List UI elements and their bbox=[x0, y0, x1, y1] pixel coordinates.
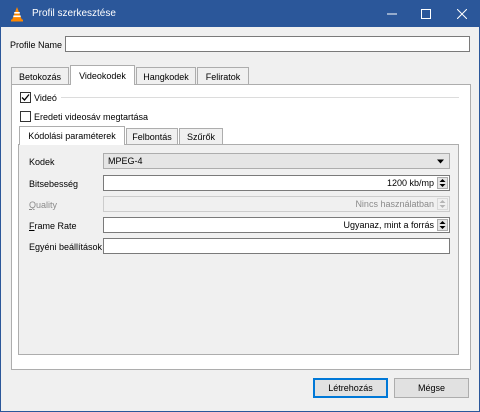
minimize-icon bbox=[387, 13, 397, 15]
keep-original-label: Eredeti videosáv megtartása bbox=[34, 112, 149, 122]
subtab-label: Kódolási paraméterek bbox=[28, 131, 116, 141]
tab-audio-codec[interactable]: Hangkodek bbox=[136, 67, 196, 85]
tab-label: Feliratok bbox=[205, 71, 241, 82]
maximize-button[interactable] bbox=[409, 1, 443, 27]
profile-name-label: Profile Name bbox=[10, 40, 63, 50]
video-checkbox-label: Videó bbox=[34, 93, 57, 103]
custom-options-label: Egyéni beállítások bbox=[29, 242, 103, 252]
bitrate-value: 1200 kb/mp bbox=[386, 178, 434, 188]
subtab-label: Felbontás bbox=[132, 131, 172, 142]
framerate-spin-buttons[interactable] bbox=[437, 219, 448, 231]
cancel-button-label: Mégse bbox=[417, 383, 445, 393]
close-icon bbox=[457, 9, 467, 19]
keep-original-checkbox[interactable] bbox=[20, 111, 31, 122]
quality-spinbox: Nincs használatban bbox=[103, 196, 450, 212]
subtab-encoding-parameters[interactable]: Kódolási paraméterek bbox=[19, 126, 125, 145]
quality-spin-buttons bbox=[437, 198, 448, 210]
quality-value: Nincs használatban bbox=[355, 199, 434, 209]
framerate-label: Frame Rate bbox=[29, 221, 77, 231]
video-checkbox[interactable] bbox=[20, 92, 31, 103]
cancel-button[interactable]: Mégse bbox=[394, 378, 469, 398]
bitrate-spin-buttons[interactable] bbox=[437, 177, 448, 189]
codec-label: Kodek bbox=[29, 157, 55, 167]
subtab-label: Szűrők bbox=[186, 131, 215, 142]
close-button[interactable] bbox=[445, 1, 479, 27]
custom-options-input[interactable] bbox=[103, 238, 450, 254]
tab-subtitles[interactable]: Feliratok bbox=[197, 67, 249, 85]
chevron-down-icon bbox=[437, 159, 444, 164]
codec-select[interactable]: MPEG-4 bbox=[103, 153, 450, 169]
bitrate-label: Bitsebesség bbox=[29, 179, 79, 189]
framerate-value: Ugyanaz, mint a forrás bbox=[343, 220, 434, 230]
profile-editor-window: Profil szerkesztése Profile Name Betokoz… bbox=[0, 0, 480, 412]
spin-arrows-icon bbox=[439, 200, 446, 208]
checkmark-icon bbox=[21, 94, 30, 101]
maximize-icon bbox=[421, 9, 431, 19]
subtab-resolution[interactable]: Felbontás bbox=[126, 128, 178, 144]
vlc-cone-icon bbox=[11, 7, 23, 22]
tab-video-codec[interactable]: Videokodek bbox=[70, 65, 135, 85]
spin-arrows-icon bbox=[439, 179, 446, 187]
spin-arrows-icon bbox=[439, 221, 446, 229]
title-bar: Profil szerkesztése bbox=[1, 1, 479, 27]
tab-encapsulation[interactable]: Betokozás bbox=[11, 67, 69, 85]
minimize-button[interactable] bbox=[375, 1, 409, 27]
group-divider bbox=[61, 97, 459, 98]
create-button[interactable]: Létrehozás bbox=[313, 378, 388, 398]
create-button-label: Létrehozás bbox=[328, 383, 373, 393]
codec-value: MPEG-4 bbox=[108, 156, 143, 166]
tab-label: Videokodek bbox=[79, 70, 126, 81]
tab-label: Betokozás bbox=[18, 71, 62, 82]
window-title: Profil szerkesztése bbox=[32, 8, 116, 19]
tab-label: Hangkodek bbox=[143, 71, 189, 82]
subtab-filters[interactable]: Szűrők bbox=[179, 128, 223, 144]
quality-label: Quality bbox=[29, 200, 58, 210]
profile-name-input[interactable] bbox=[65, 36, 470, 52]
bitrate-spinbox[interactable]: 1200 kb/mp bbox=[103, 175, 450, 191]
framerate-spinbox[interactable]: Ugyanaz, mint a forrás bbox=[103, 217, 450, 233]
